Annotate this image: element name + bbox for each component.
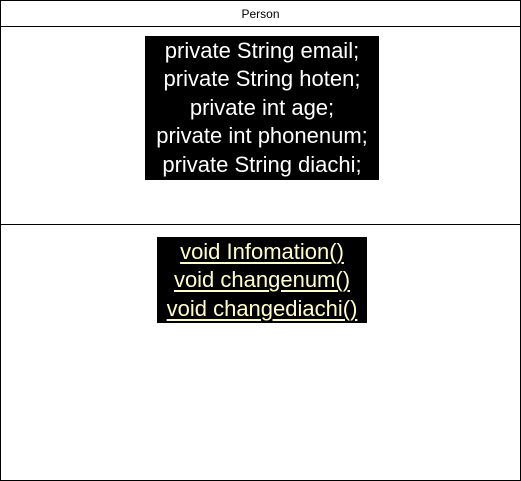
attribute-age: private int age;: [189, 94, 335, 120]
attribute-hoten: private String hoten;: [163, 66, 361, 92]
attribute-diachi: private String diachi;: [162, 151, 362, 177]
attributes-text-box[interactable]: private String email; private String hot…: [145, 36, 379, 180]
uml-class-person[interactable]: Person private String email; private Str…: [0, 0, 521, 481]
method-infomation-link[interactable]: void Infomation(): [157, 238, 367, 266]
methods-compartment[interactable]: void Infomation() void changenum() void …: [1, 225, 520, 480]
attribute-email: private String email;: [164, 38, 360, 63]
class-name: Person: [241, 6, 280, 21]
attribute-phonenum: private int phonenum;: [156, 123, 368, 149]
class-header[interactable]: Person: [1, 1, 520, 27]
method-changediachi-link[interactable]: void changediachi(): [157, 295, 367, 323]
attributes-compartment[interactable]: private String email; private String hot…: [1, 27, 520, 225]
method-changenum-link[interactable]: void changenum(): [157, 266, 367, 294]
methods-text-box[interactable]: void Infomation() void changenum() void …: [157, 237, 367, 323]
